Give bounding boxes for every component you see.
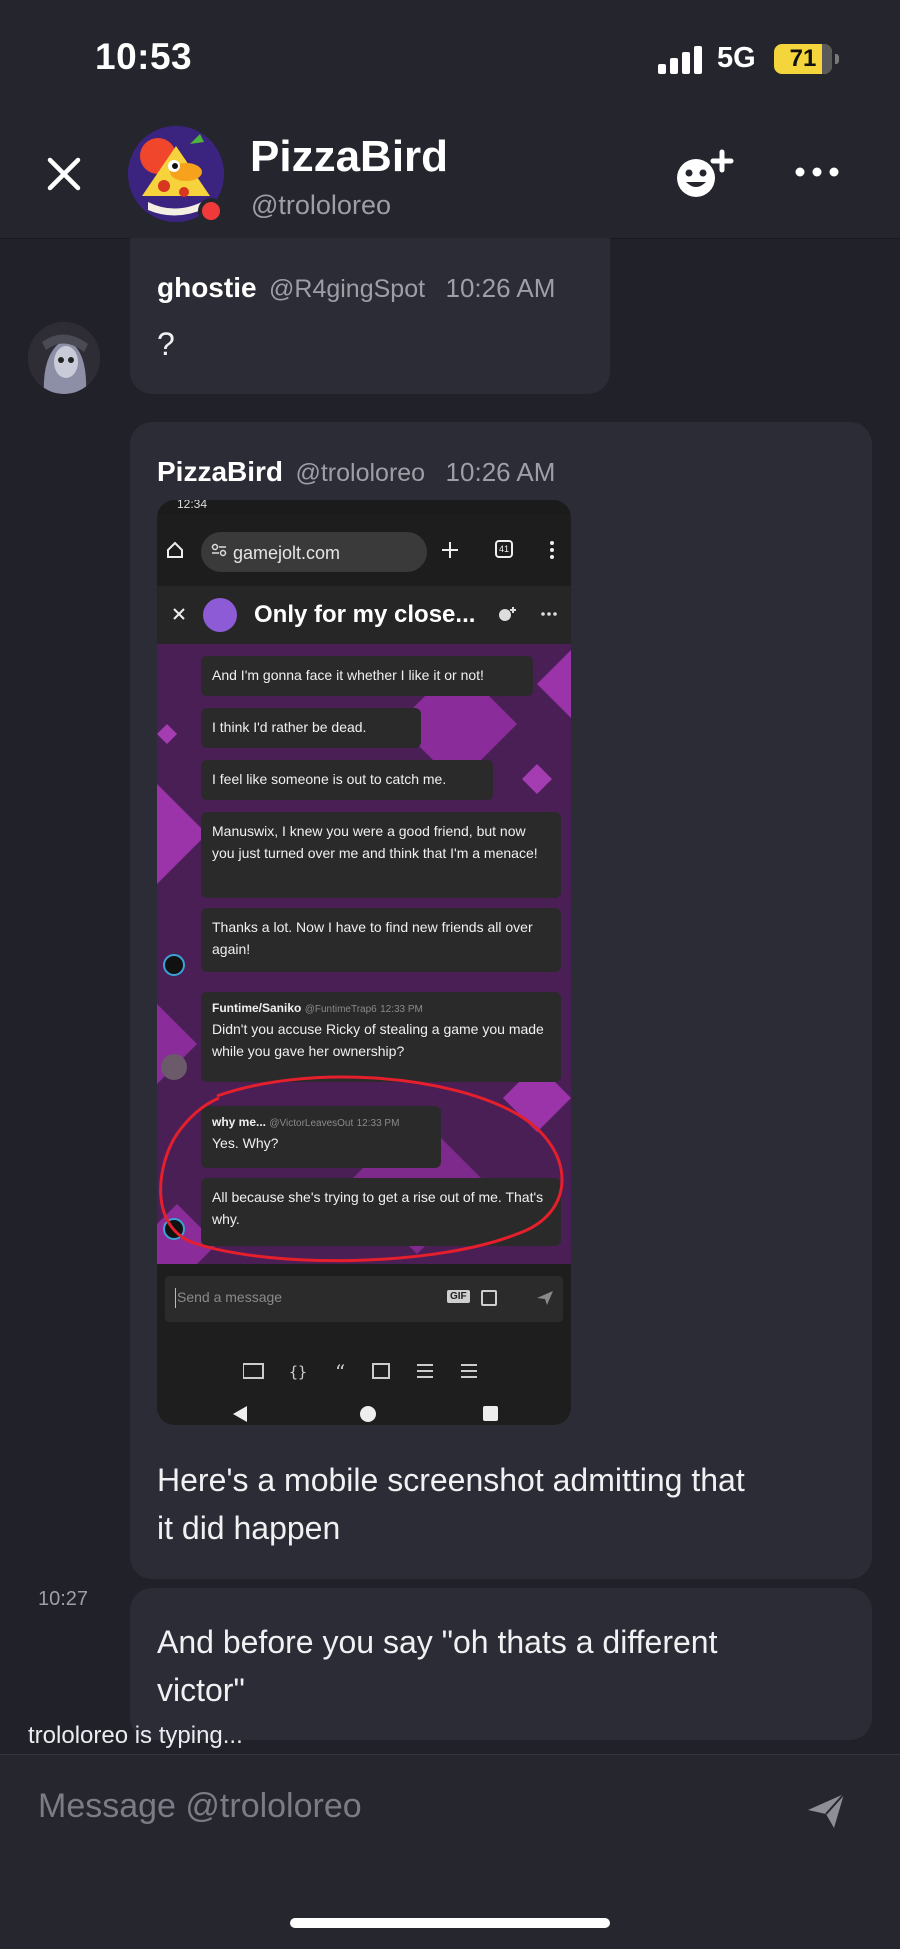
group-icon — [203, 598, 237, 632]
send-icon[interactable] — [806, 1790, 846, 1830]
message-time: 10:26 AM — [445, 457, 556, 487]
screenshot-chat-body: And I'm gonna face it whether I like it … — [157, 644, 571, 1264]
add-friend-icon[interactable] — [674, 148, 736, 200]
more-icon — [541, 612, 557, 616]
screenshot-browser-bar: gamejolt.com 41 — [157, 514, 571, 586]
message-bubble[interactable] — [130, 238, 610, 394]
screenshot-input-placeholder: Send a message — [177, 1289, 283, 1305]
sender-name[interactable]: ghostie — [157, 272, 257, 303]
gif-icon: GIF — [447, 1290, 470, 1303]
add-friend-icon — [499, 607, 516, 621]
close-icon — [173, 608, 185, 620]
message-text: And before you say "oh thats a different — [157, 1624, 718, 1660]
red-circle-annotation — [159, 1075, 564, 1263]
message-meta: PizzaBird @trololoreo 10:26 AM — [157, 456, 555, 488]
battery-level: 71 — [789, 45, 817, 72]
close-icon[interactable] — [40, 150, 88, 198]
message-time: 10:27 — [38, 1588, 89, 1610]
avatar[interactable] — [28, 322, 100, 394]
sender-name[interactable]: PizzaBird — [157, 456, 283, 487]
status-time: 10:53 — [95, 36, 193, 77]
message-text: it did happen — [157, 1510, 341, 1546]
screenshot-input-area: Send a message GIF {} “ — [157, 1264, 571, 1425]
chat-title: PizzaBird — [250, 132, 449, 181]
send-icon — [537, 1291, 553, 1305]
screenshot-status-bar: 12:34 — [157, 500, 571, 514]
site-settings-icon — [211, 543, 227, 557]
text-cursor — [175, 1288, 176, 1308]
formatting-toolbar: {} “ — [243, 1360, 477, 1382]
chat-handle: @trololoreo — [251, 190, 391, 220]
sender-handle: @trololoreo — [295, 459, 426, 487]
screenshot-chat-header: Only for my close... — [157, 586, 571, 644]
signal-icon — [658, 46, 702, 74]
typing-indicator: trololoreo is typing... — [28, 1722, 243, 1749]
home-indicator[interactable] — [290, 1918, 610, 1928]
home-icon — [167, 541, 183, 558]
sender-handle: @R4gingSpot — [269, 275, 426, 303]
network-type: 5G — [717, 42, 756, 74]
online-status-dot — [198, 198, 224, 224]
battery-icon: 71 — [774, 44, 840, 74]
tab-count: 41 — [495, 540, 513, 558]
message-input[interactable]: Message @trololoreo — [38, 1787, 362, 1826]
android-nav-bar — [233, 1406, 498, 1422]
more-icon[interactable] — [794, 160, 840, 184]
message-text: victor" — [157, 1672, 245, 1708]
screenshot-url-text: gamejolt.com — [233, 543, 341, 563]
message-meta: ghostie @R4gingSpot 10:26 AM — [157, 272, 555, 304]
ghostie-avatar-image — [28, 322, 100, 394]
svg-text:“: “ — [335, 1360, 345, 1382]
screenshot-time: 12:34 — [177, 500, 208, 511]
new-tab-icon — [442, 542, 458, 558]
message-text: Here's a mobile screenshot admitting tha… — [157, 1462, 745, 1498]
browser-menu-icon — [550, 541, 554, 559]
message-text: ? — [157, 326, 175, 362]
attached-screenshot[interactable]: 12:34 gamejolt.com 41 Only for my close.… — [157, 500, 571, 1425]
sticker-icon — [481, 1290, 497, 1306]
screenshot-chat-title: Only for my close... — [254, 601, 476, 628]
svg-text:{}: {} — [289, 1363, 307, 1381]
message-time: 10:26 AM — [445, 273, 556, 303]
